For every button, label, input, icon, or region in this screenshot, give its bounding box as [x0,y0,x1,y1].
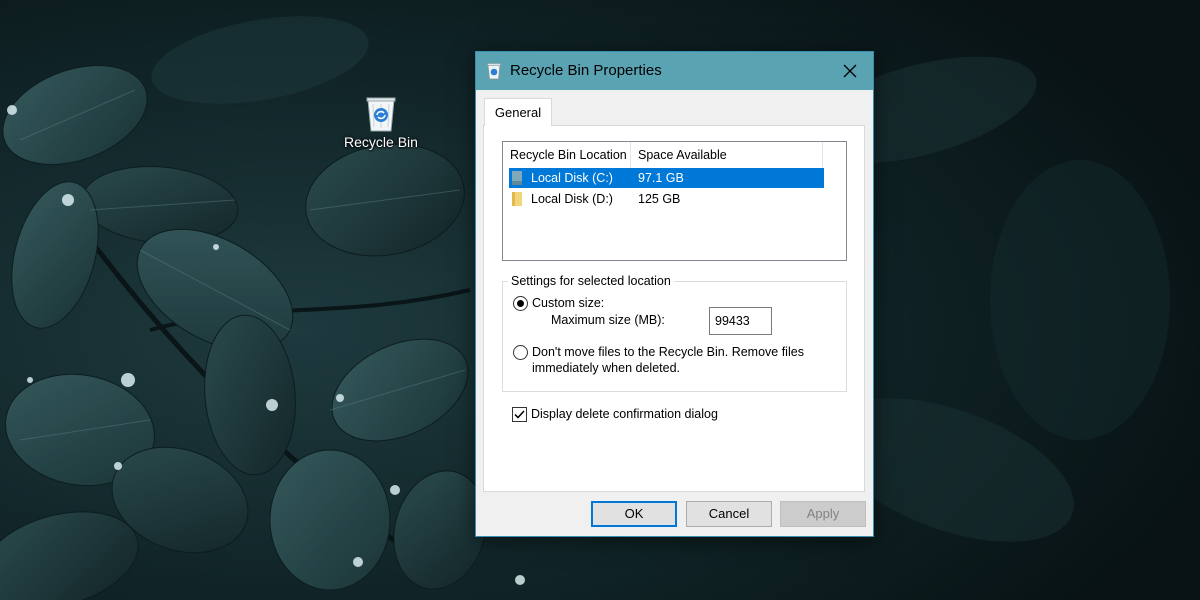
folder-drive-icon [512,192,522,206]
list-row-local-disk-c[interactable]: Local Disk (C:) 97.1 GB [509,168,824,188]
column-header-location[interactable]: Recycle Bin Location [503,142,631,168]
desktop-recycle-bin-shortcut[interactable]: Recycle Bin [336,94,426,166]
custom-size-radio[interactable] [513,296,528,311]
settings-group: Settings for selected location Custom si… [502,274,847,392]
list-header: Recycle Bin Location Space Available [503,142,823,168]
apply-button[interactable]: Apply [780,501,866,527]
delete-confirmation-checkbox[interactable] [512,407,527,422]
cancel-button[interactable]: Cancel [686,501,772,527]
close-button[interactable] [827,52,873,90]
settings-group-label: Settings for selected location [508,274,674,288]
general-tab-panel: Recycle Bin Location Space Available Loc… [483,125,865,492]
recycle-bin-location-list[interactable]: Recycle Bin Location Space Available Loc… [502,141,847,261]
checkmark-icon [514,410,525,419]
dont-move-label-line1: Don't move files to the Recycle Bin. Rem… [532,345,804,359]
dont-move-files-radio[interactable] [513,345,528,360]
close-icon [843,64,857,78]
recycle-bin-properties-dialog: Recycle Bin Properties General Recycle B… [475,51,874,537]
recycle-bin-icon [366,97,396,132]
row-space: 97.1 GB [638,171,684,185]
dont-move-label-line2: immediately when deleted. [532,361,680,375]
list-row-local-disk-d[interactable]: Local Disk (D:) 125 GB [509,189,824,209]
ok-button[interactable]: OK [591,501,677,527]
recycle-bin-icon [487,63,501,80]
custom-size-label: Custom size: [532,296,605,310]
tab-general[interactable]: General [484,98,552,126]
row-location: Local Disk (D:) [531,192,613,206]
row-location: Local Disk (C:) [531,171,613,185]
row-space: 125 GB [638,192,681,206]
column-header-space[interactable]: Space Available [631,142,823,168]
maximum-size-label: Maximum size (MB): [551,313,665,327]
title-bar[interactable]: Recycle Bin Properties [476,52,873,90]
drive-icon [512,171,522,185]
window-title: Recycle Bin Properties [510,62,662,79]
delete-confirmation-label: Display delete confirmation dialog [531,407,718,421]
desktop-icon-label: Recycle Bin [344,134,418,150]
maximum-size-input[interactable]: 99433 [709,307,772,335]
